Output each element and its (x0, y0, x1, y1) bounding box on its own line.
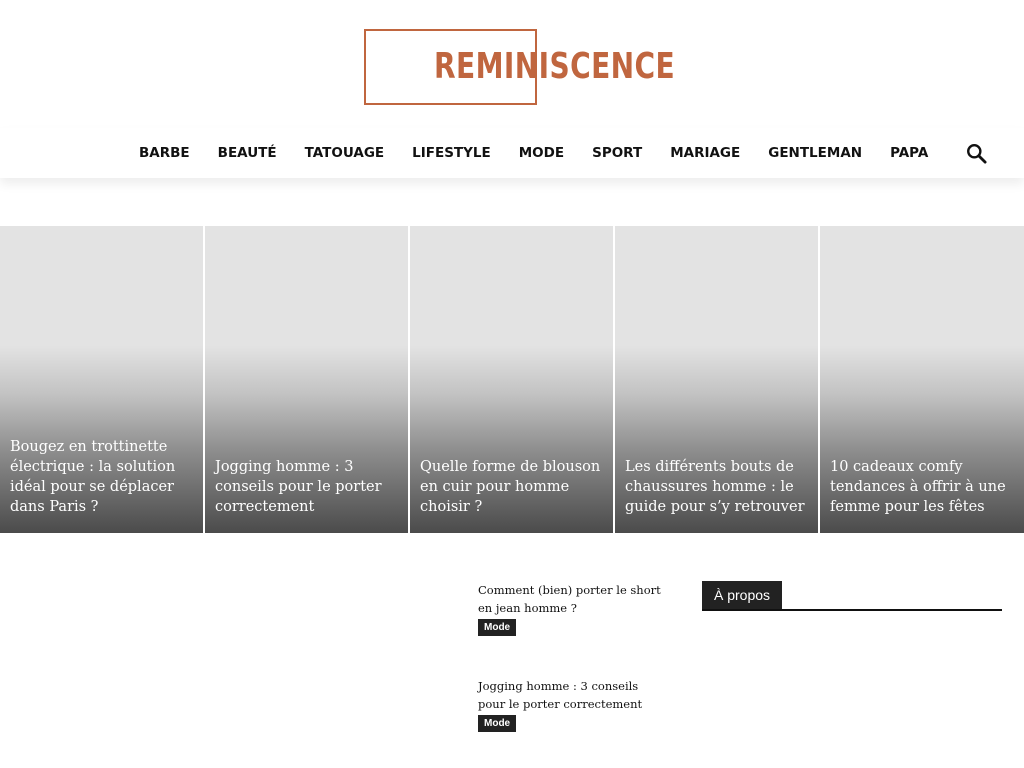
sidebar-widget-header: À propos (702, 581, 1002, 611)
category-badge[interactable]: Mode (478, 715, 517, 732)
featured-post[interactable]: 10 cadeaux comfy tendances à offrir à un… (820, 226, 1024, 533)
featured-post-title[interactable]: Jogging homme : 3 conseils pour le porte… (215, 457, 398, 517)
featured-post-title[interactable]: Les différents bouts de chaussures homme… (625, 457, 808, 517)
featured-post[interactable]: Quelle forme de blouson en cuir pour hom… (410, 226, 613, 533)
nav-item-sport[interactable]: SPORT (578, 128, 656, 178)
post-title[interactable]: Comment (bien) porter le short en jean h… (478, 581, 668, 617)
site-logo[interactable]: REMINISCENCE (364, 29, 675, 105)
nav-item-beaute[interactable]: BEAUTÉ (204, 128, 291, 178)
featured-post[interactable]: Bougez en trottinette électrique : la so… (0, 226, 203, 533)
post-list-item: Comment (bien) porter le short en jean h… (478, 581, 668, 636)
category-badge[interactable]: Mode (478, 619, 517, 636)
featured-post[interactable]: Les différents bouts de chaussures homme… (615, 226, 818, 533)
featured-post-title[interactable]: Bougez en trottinette électrique : la so… (10, 437, 193, 517)
search-icon (967, 144, 987, 164)
search-button[interactable] (964, 141, 990, 167)
featured-post[interactable]: Jogging homme : 3 conseils pour le porte… (205, 226, 408, 533)
nav-item-gentleman[interactable]: GENTLEMAN (754, 128, 876, 178)
featured-grid: Bougez en trottinette électrique : la so… (0, 226, 1024, 533)
featured-post-title[interactable]: Quelle forme de blouson en cuir pour hom… (420, 457, 603, 517)
post-title[interactable]: Jogging homme : 3 conseils pour le porte… (478, 677, 668, 713)
nav-item-tatouage[interactable]: TATOUAGE (291, 128, 399, 178)
logo-text: REMINISCENCE (434, 46, 676, 87)
nav-menu: BARBE BEAUTÉ TATOUAGE LIFESTYLE MODE SPO… (125, 128, 942, 178)
main-nav: BARBE BEAUTÉ TATOUAGE LIFESTYLE MODE SPO… (0, 128, 1024, 178)
nav-item-lifestyle[interactable]: LIFESTYLE (398, 128, 505, 178)
nav-item-papa[interactable]: PAPA (876, 128, 942, 178)
widget-title: À propos (702, 581, 783, 609)
nav-item-mariage[interactable]: MARIAGE (656, 128, 754, 178)
post-list-item: Jogging homme : 3 conseils pour le porte… (478, 677, 668, 732)
featured-post-title[interactable]: 10 cadeaux comfy tendances à offrir à un… (830, 457, 1014, 517)
nav-item-mode[interactable]: MODE (505, 128, 578, 178)
nav-item-barbe[interactable]: BARBE (125, 128, 204, 178)
